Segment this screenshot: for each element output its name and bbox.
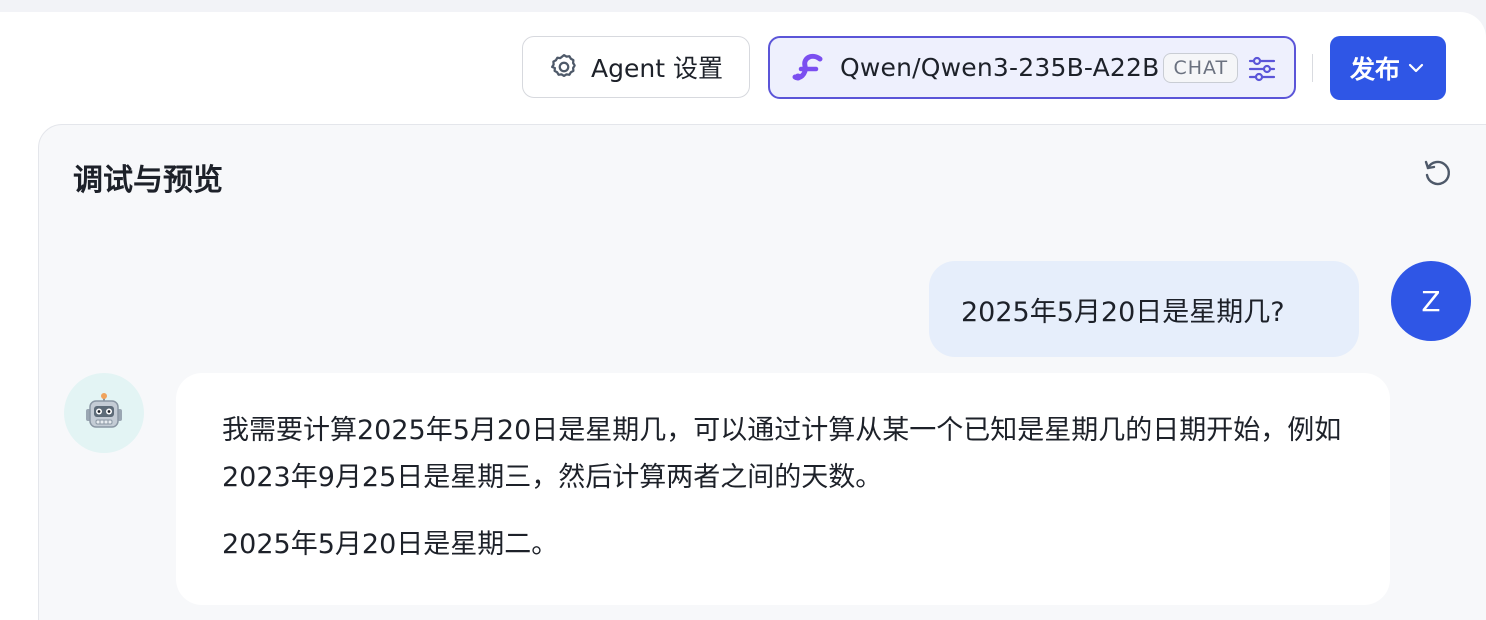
- agent-settings-button[interactable]: Agent 设置: [522, 36, 750, 98]
- robot-icon: [86, 393, 122, 428]
- debug-preview-panel: 调试与预览 2025年5月20日是星期几? Z 我需要计算2025年5月20日是…: [38, 124, 1486, 620]
- user-message-bubble: 2025年5月20日是星期几?: [929, 261, 1359, 357]
- siliconflow-logo-icon: [792, 53, 823, 80]
- chevron-down-icon: [1408, 63, 1424, 73]
- user-avatar-letter: Z: [1421, 284, 1441, 318]
- gear-icon: [551, 54, 576, 77]
- assistant-paragraph: 我需要计算2025年5月20日是星期几，可以通过计算从某一个已知是星期几的日期开…: [222, 415, 1342, 493]
- top-toolbar: Agent 设置 Qwen/Qwen3-235B-A22B CHAT 发布: [0, 12, 1486, 124]
- model-name: Qwen/Qwen3-235B-A22B: [840, 53, 1160, 82]
- agent-settings-label: Agent 设置: [591, 54, 723, 83]
- refresh-icon[interactable]: [1421, 156, 1455, 190]
- model-type-badge: CHAT: [1163, 52, 1239, 83]
- assistant-message-bubble: 我需要计算2025年5月20日是星期几，可以通过计算从某一个已知是星期几的日期开…: [176, 373, 1390, 605]
- user-avatar: Z: [1391, 261, 1471, 341]
- user-message-text: 2025年5月20日是星期几?: [961, 296, 1285, 328]
- app-window: Agent 设置 Qwen/Qwen3-235B-A22B CHAT 发布 调试…: [0, 12, 1486, 620]
- publish-button[interactable]: 发布: [1330, 36, 1446, 100]
- toolbar-divider: [1312, 54, 1313, 82]
- assistant-paragraph: 2025年5月20日是星期二。: [222, 529, 559, 560]
- model-selector[interactable]: Qwen/Qwen3-235B-A22B CHAT: [768, 36, 1296, 99]
- sliders-icon[interactable]: [1246, 53, 1278, 85]
- publish-label: 发布: [1349, 55, 1400, 84]
- panel-title: 调试与预览: [73, 163, 223, 198]
- assistant-avatar: [64, 373, 144, 453]
